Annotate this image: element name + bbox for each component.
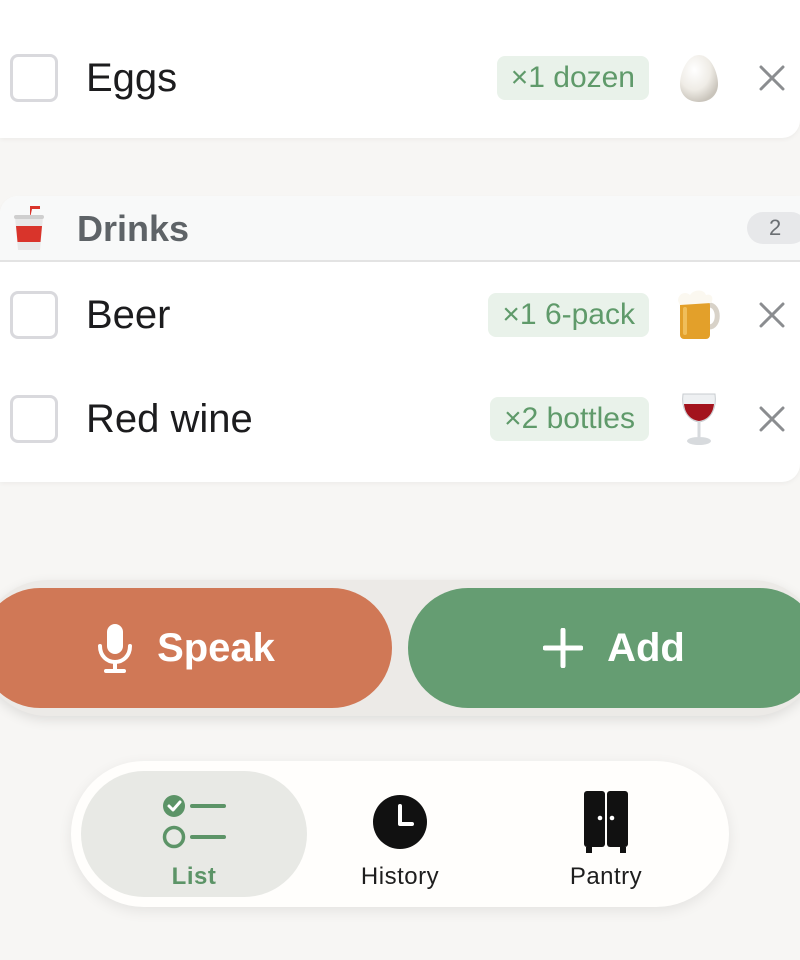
quantity-badge: ×1 6-pack xyxy=(488,293,649,337)
item-name: Red wine xyxy=(86,396,253,441)
speak-button[interactable]: Speak xyxy=(0,588,392,708)
speak-button-label: Speak xyxy=(157,625,275,670)
checklist-icon xyxy=(162,791,226,853)
plus-icon xyxy=(543,628,584,668)
category-title: Drinks xyxy=(77,208,190,249)
item-name: Beer xyxy=(86,292,171,337)
tab-list[interactable]: List xyxy=(81,771,307,897)
category-header[interactable]: Drinks 2 xyxy=(0,196,800,262)
cup-with-straw-icon xyxy=(12,206,46,252)
item-checkbox[interactable] xyxy=(10,395,58,443)
microphone-icon xyxy=(98,624,133,673)
beer-mug-icon xyxy=(675,289,723,341)
list-item[interactable]: Beer ×1 6-pack xyxy=(0,263,800,367)
tab-pantry[interactable]: Pantry xyxy=(501,771,711,897)
tab-label: List xyxy=(171,863,217,890)
item-name: Eggs xyxy=(86,55,178,100)
action-bar: Speak Add xyxy=(0,580,800,716)
remove-item-close-icon[interactable] xyxy=(756,62,788,94)
bottom-tab-bar: List History Pantry xyxy=(71,761,729,907)
tab-label: History xyxy=(360,863,440,890)
category-count-badge: 2 xyxy=(747,212,800,244)
item-checkbox[interactable] xyxy=(10,54,58,102)
tab-label: Pantry xyxy=(569,863,643,890)
remove-item-close-icon[interactable] xyxy=(756,299,788,331)
remove-item-close-icon[interactable] xyxy=(756,403,788,435)
list-card-dairy: Eggs ×1 dozen xyxy=(0,0,800,138)
list-item[interactable]: Red wine ×2 bottles xyxy=(0,367,800,471)
cabinet-icon xyxy=(583,791,629,853)
quantity-badge: ×2 bottles xyxy=(490,397,649,441)
tab-history[interactable]: History xyxy=(307,771,493,897)
add-button-label: Add xyxy=(607,625,685,670)
quantity-badge: ×1 dozen xyxy=(496,56,649,100)
wine-glass-icon xyxy=(675,393,723,445)
list-card-drinks: Drinks 2 Beer ×1 6-pack Red wine ×2 bott… xyxy=(0,196,800,482)
item-checkbox[interactable] xyxy=(10,291,58,339)
clock-icon xyxy=(372,791,428,853)
add-button[interactable]: Add xyxy=(408,588,800,708)
egg-icon xyxy=(675,52,723,104)
list-item[interactable]: Eggs ×1 dozen xyxy=(0,26,800,130)
